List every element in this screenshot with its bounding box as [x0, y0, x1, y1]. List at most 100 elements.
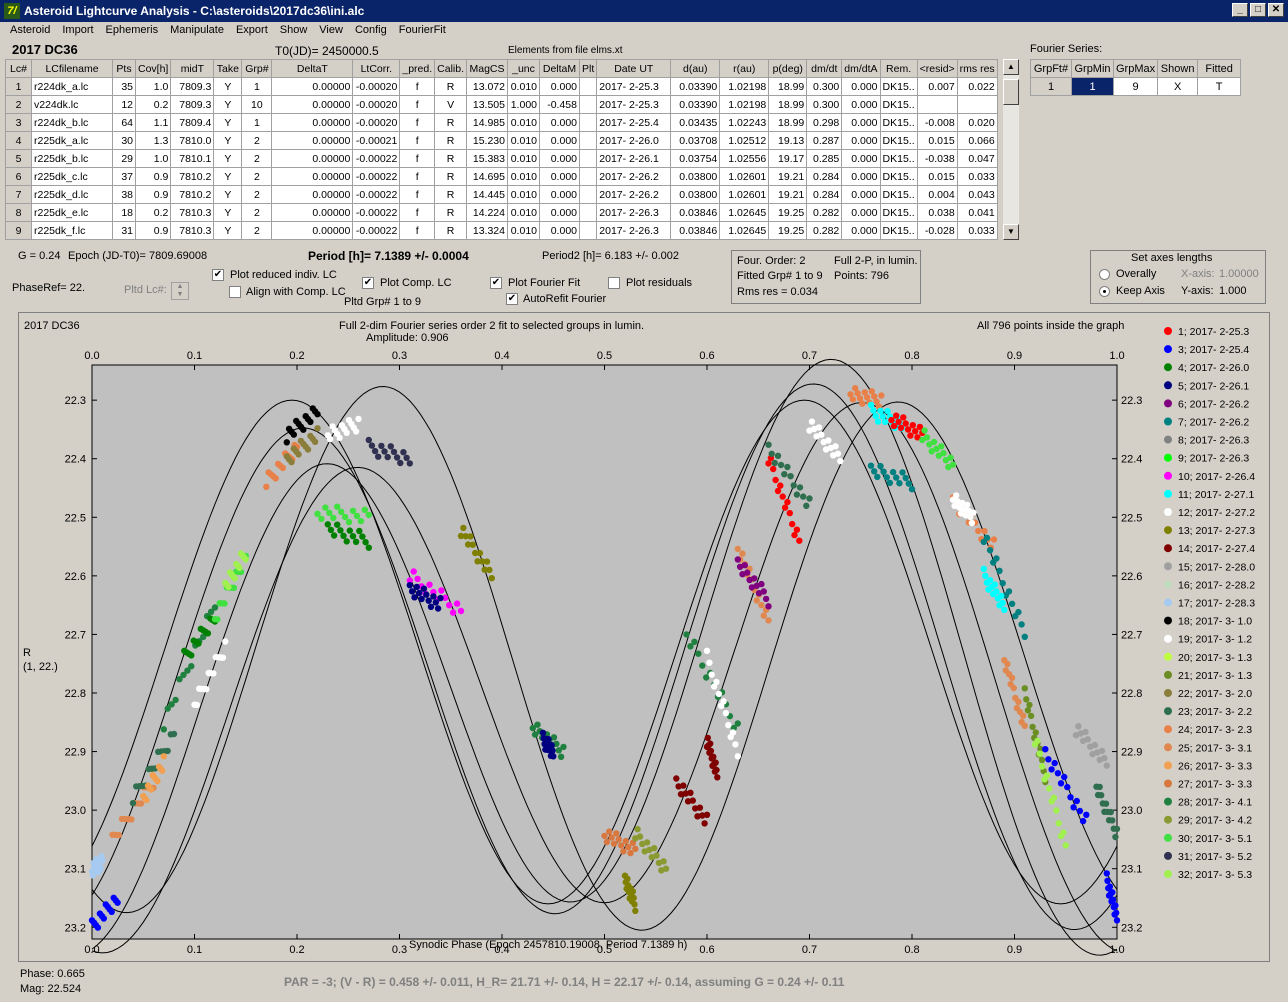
table-cell[interactable]: 0.000: [539, 113, 580, 132]
table-cell[interactable]: 0.287: [806, 131, 843, 150]
table-cell[interactable]: 14.224: [466, 203, 508, 222]
table-cell[interactable]: 0.000: [841, 113, 881, 132]
table-cell[interactable]: 0.03390: [670, 77, 721, 96]
table-cell[interactable]: 0.010: [507, 203, 540, 222]
menu-show[interactable]: Show: [274, 22, 314, 40]
table-cell[interactable]: 0.000: [841, 95, 881, 114]
table-row[interactable]: 6 r225dk_c.lc 37 0.9 7810.2 Y 2 0.00000 -0.00022…: [5, 167, 998, 186]
table-cell[interactable]: 2: [5, 95, 32, 114]
table-cell[interactable]: R: [434, 185, 467, 204]
menu-fourierfit[interactable]: FourierFit: [393, 22, 452, 40]
table-cell[interactable]: R: [434, 221, 467, 240]
table-cell[interactable]: 0.004: [916, 185, 958, 204]
table-cell[interactable]: -0.00022: [352, 221, 401, 240]
table-cell[interactable]: 0.00000: [271, 167, 354, 186]
table-cell[interactable]: 19.25: [768, 221, 808, 240]
table-cell[interactable]: 14.445: [466, 185, 508, 204]
table-cell[interactable]: r225dk_b.lc: [31, 149, 113, 168]
table-cell[interactable]: 37: [112, 167, 136, 186]
table-cell[interactable]: 0.03435: [670, 113, 721, 132]
table-cell[interactable]: 19.21: [768, 185, 808, 204]
table-cell[interactable]: 2017- 2-26.0: [596, 131, 672, 150]
pltd-lc-spinner[interactable]: ▲ ▼: [171, 282, 189, 300]
table-cell[interactable]: DK15..: [879, 185, 918, 204]
table-cell[interactable]: 0.015: [916, 131, 958, 150]
table-cell[interactable]: R: [434, 167, 467, 186]
lightcurve-plot[interactable]: 0.00.00.10.10.20.20.30.30.40.40.50.50.60…: [19, 313, 1269, 961]
table-scrollbar[interactable]: ▲ ▼: [1003, 59, 1019, 240]
table-cell[interactable]: 0.9: [134, 185, 172, 204]
table-row[interactable]: 2 v224dk.lc 12 0.2 7809.3 Y 10 0.00000 -0.00020 f…: [5, 95, 998, 114]
column-header[interactable]: Take: [213, 59, 243, 78]
scroll-thumb[interactable]: [1003, 79, 1019, 105]
table-cell[interactable]: Y: [213, 77, 243, 96]
table-cell[interactable]: -0.458: [539, 95, 580, 114]
table-cell[interactable]: 9: [5, 221, 32, 240]
table-cell[interactable]: 0.00000: [271, 149, 354, 168]
table-cell[interactable]: 0.047: [956, 149, 998, 168]
column-header[interactable]: Plt: [578, 59, 598, 78]
table-cell[interactable]: 13.072: [466, 77, 508, 96]
table-cell[interactable]: 0.000: [539, 185, 580, 204]
table-cell[interactable]: 0.010: [507, 77, 540, 96]
column-header[interactable]: Lc#: [5, 59, 32, 78]
table-cell[interactable]: 0.000: [539, 221, 580, 240]
table-cell[interactable]: 1.02198: [719, 77, 770, 96]
table-cell[interactable]: 0.03846: [670, 203, 721, 222]
table-cell[interactable]: 0.03390: [670, 95, 721, 114]
table-cell[interactable]: 7809.4: [170, 113, 215, 132]
table-cell[interactable]: [578, 113, 598, 132]
table-cell[interactable]: 0.000: [539, 131, 580, 150]
table-cell[interactable]: 29: [112, 149, 136, 168]
menu-ephemeris[interactable]: Ephemeris: [100, 22, 165, 40]
table-cell[interactable]: DK15..: [879, 131, 918, 150]
close-button[interactable]: ✕: [1268, 3, 1284, 17]
table-cell[interactable]: 0.284: [806, 185, 843, 204]
table-cell[interactable]: 64: [112, 113, 136, 132]
table-cell[interactable]: r225dk_d.lc: [31, 185, 113, 204]
keep-axis-radio[interactable]: [1099, 286, 1110, 297]
table-cell[interactable]: -0.00020: [352, 95, 401, 114]
table-cell[interactable]: -0.00021: [352, 131, 401, 150]
table-cell[interactable]: [578, 77, 598, 96]
table-cell[interactable]: f: [399, 203, 436, 222]
table-cell[interactable]: 8: [5, 203, 32, 222]
table-cell[interactable]: [578, 185, 598, 204]
table-cell[interactable]: r225dk_c.lc: [31, 167, 113, 186]
table-cell[interactable]: V: [434, 95, 467, 114]
column-header[interactable]: r(au): [719, 59, 770, 78]
table-cell[interactable]: 0.00000: [271, 185, 354, 204]
table-cell[interactable]: Y: [213, 221, 243, 240]
plot-comp-checkbox[interactable]: ✔: [362, 277, 374, 289]
table-cell[interactable]: -0.00022: [352, 149, 401, 168]
menu-export[interactable]: Export: [230, 22, 274, 40]
table-cell[interactable]: 0.000: [539, 203, 580, 222]
table-cell[interactable]: DK15..: [879, 113, 918, 132]
table-cell[interactable]: 30: [112, 131, 136, 150]
table-cell[interactable]: 0.03708: [670, 131, 721, 150]
table-cell[interactable]: 19.25: [768, 203, 808, 222]
table-cell[interactable]: -0.028: [916, 221, 958, 240]
table-cell[interactable]: 7810.2: [170, 185, 215, 204]
column-header[interactable]: Pts: [112, 59, 136, 78]
table-cell[interactable]: 0.020: [956, 113, 998, 132]
table-row[interactable]: 5 r225dk_b.lc 29 1.0 7810.1 Y 2 0.00000 -0.00022…: [5, 149, 998, 168]
table-cell[interactable]: [956, 95, 998, 114]
table-cell[interactable]: 0.03800: [670, 185, 721, 204]
scroll-up-arrow-icon[interactable]: ▲: [1003, 59, 1019, 75]
table-cell[interactable]: 0.2: [134, 95, 172, 114]
table-cell[interactable]: 1.02645: [719, 203, 770, 222]
table-cell[interactable]: 18: [112, 203, 136, 222]
table-cell[interactable]: [578, 131, 598, 150]
scroll-down-arrow-icon[interactable]: ▼: [1003, 224, 1019, 240]
table-cell[interactable]: R: [434, 149, 467, 168]
table-cell[interactable]: 1.02601: [719, 185, 770, 204]
table-cell[interactable]: 0.300: [806, 95, 843, 114]
table-cell[interactable]: [578, 95, 598, 114]
autorefit-checkbox[interactable]: ✔: [506, 293, 518, 305]
table-cell[interactable]: [916, 95, 958, 114]
table-cell[interactable]: 7810.3: [170, 221, 215, 240]
table-cell[interactable]: r224dk_a.lc: [31, 77, 113, 96]
table-cell[interactable]: Y: [213, 95, 243, 114]
table-cell[interactable]: 2017- 2-25.4: [596, 113, 672, 132]
